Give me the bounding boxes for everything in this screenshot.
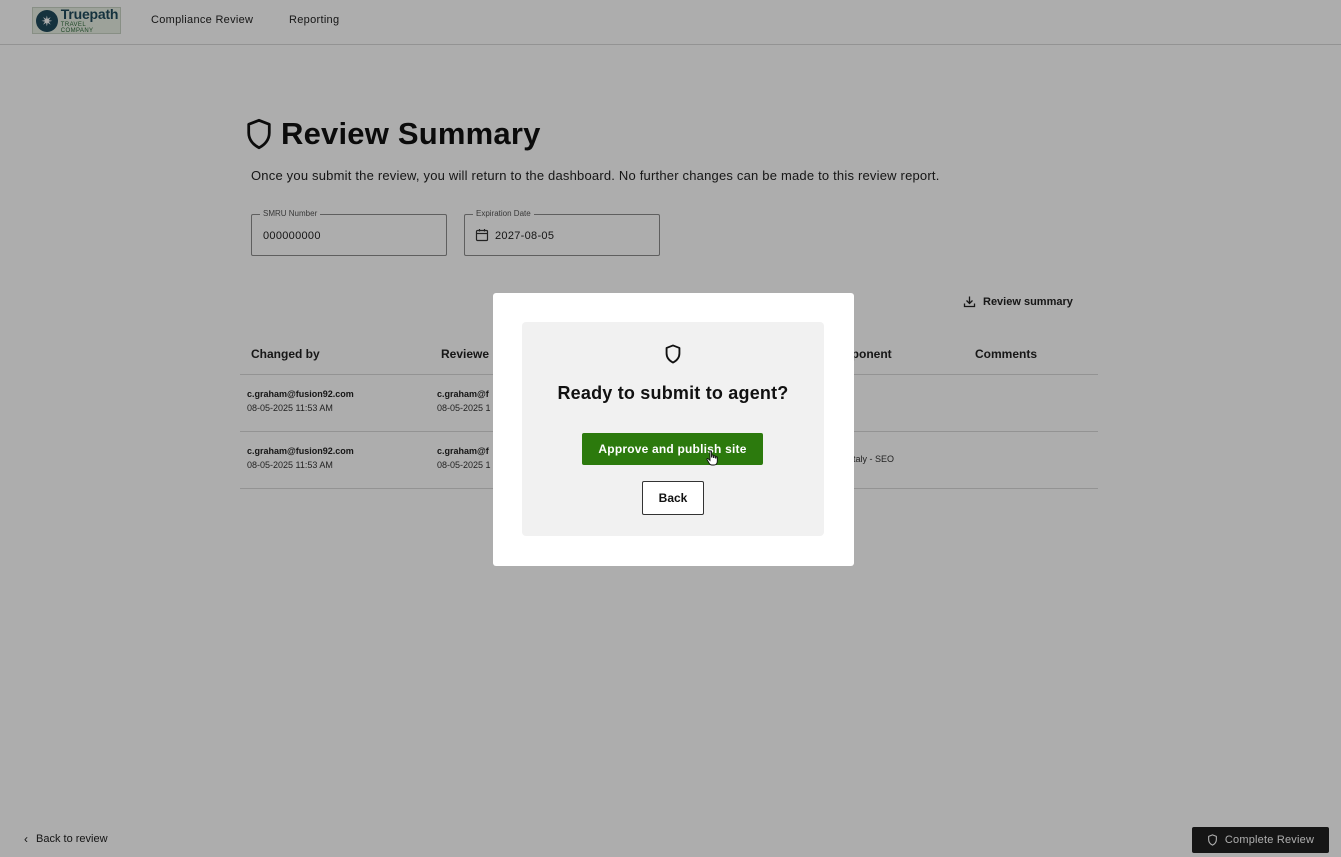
dialog-back-button[interactable]: Back: [642, 481, 704, 515]
approve-and-publish-button[interactable]: Approve and publish site: [582, 433, 763, 465]
hand-pointer-cursor-icon: [706, 450, 718, 466]
shield-icon: [665, 344, 681, 364]
submit-confirmation-dialog: Ready to submit to agent? Approve and pu…: [493, 293, 854, 566]
dialog-content-panel: Ready to submit to agent? Approve and pu…: [522, 322, 824, 536]
dialog-title: Ready to submit to agent?: [557, 383, 789, 403]
